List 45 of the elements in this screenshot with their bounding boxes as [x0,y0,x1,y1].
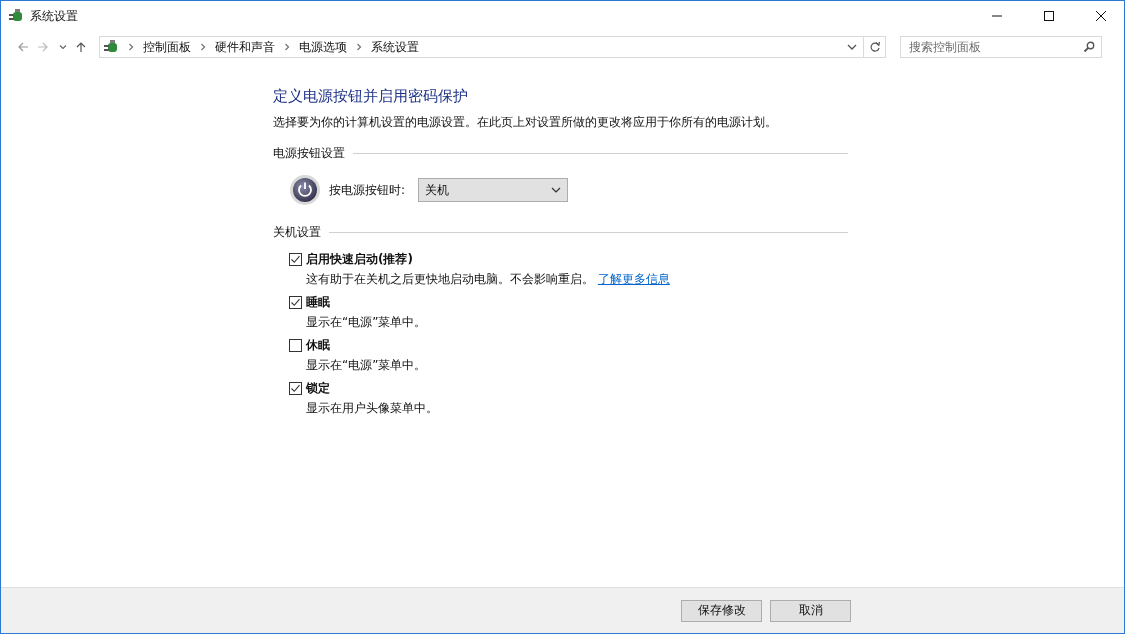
search-field[interactable]: 搜索控制面板 [900,36,1102,58]
power-action-dropdown[interactable]: 关机 [418,178,569,202]
search-icon [1083,41,1095,53]
chevron-icon[interactable] [284,43,290,51]
option-label[interactable]: 睡眠 [306,294,330,311]
dropdown-caret-icon[interactable] [847,43,857,51]
breadcrumb[interactable]: 硬件和声音 [215,38,275,56]
checkbox[interactable] [289,339,302,352]
option-label[interactable]: 启用快速启动(推荐) [306,251,413,268]
checkbox[interactable] [289,296,302,309]
option-label[interactable]: 锁定 [306,380,330,397]
up-arrow-icon[interactable] [75,41,87,53]
option-description: 显示在用户头像菜单中。 [306,401,438,415]
checkbox[interactable] [289,382,302,395]
chevron-icon[interactable] [356,43,362,51]
breadcrumb[interactable]: 系统设置 [371,38,419,56]
refresh-icon [868,41,881,53]
plug-icon [103,39,119,55]
breadcrumb[interactable]: 电源选项 [299,38,347,56]
dialog-button[interactable]: 保存修改 [681,599,762,622]
close-icon[interactable] [1095,10,1107,22]
section-title: 电源按钮设置 [273,145,345,162]
chevron-icon[interactable] [128,43,134,51]
page-heading: 定义电源按钮并启用密码保护 [273,87,469,106]
refresh-button[interactable] [864,36,886,58]
learn-more-link[interactable]: 了解更多信息 [597,272,670,286]
option-description: 显示在“电源”菜单中。 [306,315,427,329]
checkbox[interactable] [289,253,302,266]
caret-icon[interactable] [59,43,67,51]
power-icon [289,174,321,206]
back-arrow-icon[interactable] [17,41,29,53]
dialog-button[interactable]: 取消 [770,599,851,622]
chevron-icon[interactable] [200,43,206,51]
caret-icon [551,186,562,194]
plug-icon [8,8,24,24]
window-title: 系统设置 [30,7,78,25]
power-button-label: 按电源按钮时: [329,181,406,199]
option-description: 这有助于在关机之后更快地启动电脑。不会影响重启。 [306,272,594,286]
section-title: 关机设置 [273,224,321,241]
maximize-icon[interactable] [1043,10,1055,22]
page-description: 选择要为你的计算机设置的电源设置。在此页上对设置所做的更改将应用于你所有的电源计划。 [273,114,778,131]
option-label[interactable]: 休眠 [306,337,330,354]
option-description: 显示在“电源”菜单中。 [306,358,427,372]
address-bar[interactable]: 控制面板 硬件和声音 电源选项 系统设置 [99,36,864,58]
breadcrumb[interactable]: 控制面板 [143,38,191,56]
